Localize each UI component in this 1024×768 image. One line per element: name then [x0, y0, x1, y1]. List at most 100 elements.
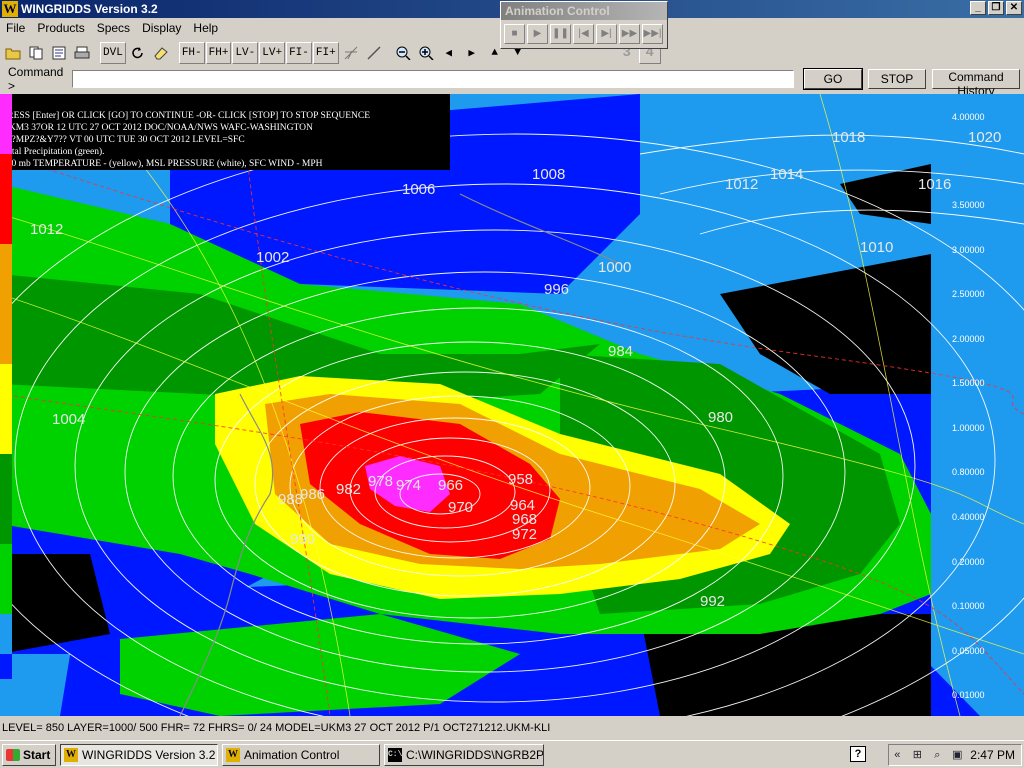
- isobar-label: 1002: [256, 249, 289, 266]
- info-line: Total Precipitation (green).: [2, 147, 105, 157]
- isobar-label: 972: [512, 526, 537, 543]
- stop-button[interactable]: STOP: [868, 69, 926, 89]
- info-line: 850 mb TEMPERATURE - (yellow), MSL PRESS…: [2, 159, 323, 169]
- scale-label: 2.00000: [952, 334, 985, 344]
- refresh-icon[interactable]: [127, 42, 149, 64]
- clock: 2:47 PM: [970, 748, 1015, 762]
- info-line: 60?MPZ?&Y7?? VT 00 UTC TUE 30 OCT 2012 L…: [2, 135, 245, 145]
- app-icon: W: [2, 1, 18, 17]
- taskbar-item-wingridds[interactable]: W WINGRIDDS Version 3.2: [60, 743, 218, 766]
- weather-map[interactable]: 1006 1008 1018 1020 1012 1014 1016 1010 …: [0, 94, 1024, 716]
- isobar-label: 978: [368, 473, 393, 490]
- fast-forward-icon[interactable]: ▶▶: [619, 24, 640, 44]
- search-icon[interactable]: ⌕: [930, 748, 944, 762]
- pan-left-icon[interactable]: ◀: [438, 42, 460, 64]
- wingridds-icon: W: [226, 747, 240, 762]
- animation-buttons: ■ ▶ ❚❚ |◀ ▶| ▶▶ ▶▶|: [501, 20, 667, 48]
- monitor-icon[interactable]: ▣: [950, 748, 964, 762]
- taskbar-item-command-prompt[interactable]: C:\ C:\WINGRIDDS\NGRB2P...: [384, 743, 544, 766]
- pan-right-icon[interactable]: ▶: [461, 42, 483, 64]
- taskbar: Start W WINGRIDDS Version 3.2 W Animatio…: [0, 740, 1024, 768]
- properties-icon[interactable]: [48, 42, 70, 64]
- window-controls: _ ❐ ✕: [970, 1, 1022, 15]
- isobar-label: 974: [396, 477, 421, 494]
- fi-minus-button[interactable]: FI-: [286, 42, 312, 64]
- isobar-label: 1004: [52, 411, 85, 428]
- scale-label: 0.80000: [952, 467, 985, 477]
- scale-label: 4.00000: [952, 112, 985, 122]
- info-line: PRESS [Enter] OR CLICK [GO] TO CONTINUE …: [2, 111, 371, 121]
- skewt-icon[interactable]: [340, 42, 362, 64]
- print-icon[interactable]: [71, 42, 93, 64]
- status-line: LEVEL= 850 LAYER=1000/ 500 FHR= 72 FHRS=…: [2, 722, 551, 734]
- step-back-icon[interactable]: |◀: [573, 24, 594, 44]
- animation-control-window[interactable]: Animation Control ■ ▶ ❚❚ |◀ ▶| ▶▶ ▶▶|: [500, 1, 668, 49]
- scale-label: 0.10000: [952, 601, 985, 611]
- zoom-out-icon[interactable]: [392, 42, 414, 64]
- isobar-label: 984: [608, 343, 633, 360]
- open-folder-icon[interactable]: [2, 42, 24, 64]
- scale-label: 3.00000: [952, 245, 985, 255]
- product-info-box: PRESS [Enter] OR CLICK [GO] TO CONTINUE …: [0, 94, 450, 170]
- wingridds-icon: W: [64, 747, 78, 762]
- tray-expand-icon[interactable]: «: [890, 748, 904, 762]
- isobar-label: 986: [300, 486, 325, 503]
- taskbar-item-animation-control[interactable]: W Animation Control: [222, 743, 380, 766]
- command-history-button[interactable]: Command History: [932, 69, 1020, 98]
- play-icon[interactable]: ▶: [527, 24, 548, 44]
- window-title: WINGRIDDS Version 3.2: [21, 2, 158, 16]
- lv-plus-button[interactable]: LV+: [259, 42, 286, 64]
- map-canvas: 1006 1008 1018 1020 1012 1014 1016 1010 …: [0, 94, 1024, 716]
- command-input[interactable]: [72, 70, 794, 88]
- isobar-label: 1012: [725, 176, 758, 193]
- menu-display[interactable]: Display: [136, 21, 187, 35]
- isobar-label: 996: [544, 281, 569, 298]
- scale-label: 0.20000: [952, 557, 985, 567]
- zoom-in-icon[interactable]: [415, 42, 437, 64]
- go-button[interactable]: GO: [803, 68, 863, 90]
- isobar-label: 992: [700, 593, 725, 610]
- menu-products[interactable]: Products: [31, 21, 90, 35]
- pause-icon[interactable]: ❚❚: [550, 24, 571, 44]
- stop-icon[interactable]: ■: [504, 24, 525, 44]
- close-icon[interactable]: ✕: [1006, 1, 1022, 15]
- task-label: Animation Control: [244, 747, 340, 762]
- desktop: W WINGRIDDS Version 3.2 _ ❐ ✕ File Produ…: [0, 0, 1024, 768]
- isobar-label: 988: [278, 491, 303, 508]
- task-label: WINGRIDDS Version 3.2: [82, 747, 216, 762]
- isobar-label: 958: [508, 471, 533, 488]
- start-label: Start: [23, 747, 51, 762]
- menu-file[interactable]: File: [0, 21, 31, 35]
- command-label: Command >: [8, 65, 64, 93]
- isobar-label: 980: [708, 409, 733, 426]
- fi-plus-button[interactable]: FI+: [312, 42, 339, 64]
- fh-minus-button[interactable]: FH-: [178, 42, 205, 64]
- command-prompt-icon: C:\: [388, 747, 402, 762]
- network-icon[interactable]: ⊞: [910, 748, 924, 762]
- isobar-label: 1012: [30, 221, 63, 238]
- skip-end-icon[interactable]: ▶▶|: [642, 24, 663, 44]
- lv-minus-button[interactable]: LV-: [232, 42, 259, 64]
- info-line: UKM3 37OR 12 UTC 27 OCT 2012 DOC/NOAA/NW…: [2, 123, 313, 133]
- step-forward-icon[interactable]: ▶|: [596, 24, 617, 44]
- windows-logo-icon: [6, 748, 20, 761]
- isobar-label: 990: [290, 531, 315, 548]
- isobar-label: 1008: [532, 166, 565, 183]
- scale-label: 2.50000: [952, 289, 985, 299]
- minimize-icon[interactable]: _: [970, 1, 986, 15]
- menu-help[interactable]: Help: [187, 21, 224, 35]
- isobar-label: 1010: [860, 239, 893, 256]
- isobar-label: 1014: [770, 166, 803, 183]
- menu-specs[interactable]: Specs: [91, 21, 136, 35]
- help-icon[interactable]: ?: [850, 746, 866, 762]
- scale-label: 3.50000: [952, 200, 985, 210]
- fh-plus-button[interactable]: FH+: [205, 42, 232, 64]
- copy-icon[interactable]: [25, 42, 47, 64]
- line-draw-icon[interactable]: [363, 42, 385, 64]
- eraser-icon[interactable]: [150, 42, 172, 64]
- isobar-label: 1006: [402, 181, 435, 198]
- dvl-button[interactable]: DVL: [100, 42, 126, 64]
- isobar-label: 970: [448, 499, 473, 516]
- start-button[interactable]: Start: [2, 743, 56, 766]
- maximize-icon[interactable]: ❐: [988, 1, 1004, 15]
